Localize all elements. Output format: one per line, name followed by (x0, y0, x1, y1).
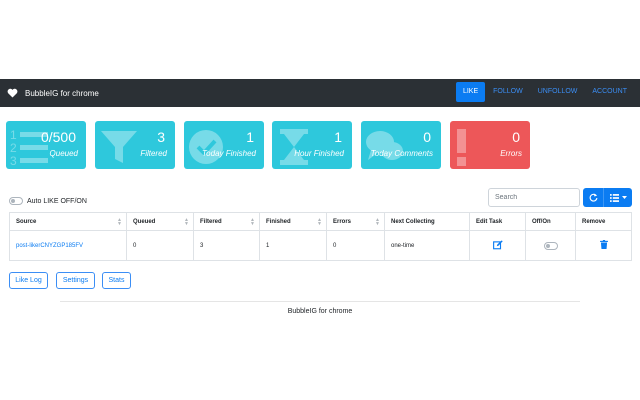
stat-value: 3 (157, 129, 165, 145)
column-header-queued[interactable]: Queued ▲ ▼ (126, 212, 194, 231)
sort-icon: ▲ ▼ (250, 217, 255, 227)
refresh-icon (589, 193, 597, 202)
sort-icon: ▲ ▼ (184, 217, 189, 227)
svg-text:2: 2 (10, 141, 17, 155)
column-header-next-collecting: Next Collecting (384, 212, 470, 231)
cell-off-on (525, 230, 576, 261)
stats-button[interactable]: Stats (102, 272, 131, 289)
footer-divider (60, 301, 580, 302)
table-header-row: Source ▲ ▼ Queued ▲ ▼ Filtered ▲ ▼ Finished ▲ ▼ … (9, 212, 632, 231)
sort-icon: ▲ ▼ (317, 217, 322, 227)
table-row: post-likerCNYZGP185FV 0 3 1 0 one-time (9, 230, 632, 261)
task-toggle-switch[interactable] (543, 241, 558, 250)
sort-icon: ▲ ▼ (375, 217, 380, 227)
column-header-errors[interactable]: Errors ▲ ▼ (326, 212, 385, 231)
check-circle-icon (189, 130, 223, 164)
cell-remove (575, 230, 632, 261)
column-header-off-on: Off/On (525, 212, 576, 231)
stat-label: Filtered (140, 149, 167, 158)
brand[interactable]: BubbleIG for chrome (7, 88, 99, 98)
funnel-icon (101, 131, 137, 163)
brand-title: BubbleIG for chrome (25, 88, 99, 98)
stat-label: Queued (49, 149, 78, 158)
auto-like-toggle-row: Auto LIKE OFF/ON (9, 197, 87, 205)
stat-label: Errors (500, 149, 522, 158)
hourglass-icon (280, 129, 308, 165)
svg-text:1: 1 (10, 128, 17, 142)
heart-icon (7, 88, 18, 98)
cell-source[interactable]: post-likerCNYZGP185FV (9, 230, 127, 261)
cell-next-collecting: one-time (384, 230, 470, 261)
stat-value: 1 (334, 129, 342, 145)
stat-label: Today Finished (202, 149, 256, 158)
like-log-button[interactable]: Like Log (9, 272, 48, 289)
column-header-source[interactable]: Source ▲ ▼ (9, 212, 127, 231)
edit-icon[interactable] (492, 239, 503, 250)
footer-text: BubbleIG for chrome (287, 308, 353, 315)
list-icon (609, 193, 619, 202)
nav-unfollow[interactable]: UNFOLLOW (531, 82, 585, 102)
refresh-button[interactable] (583, 188, 603, 207)
stat-value: 0/500 (40, 129, 76, 145)
trash-icon[interactable] (599, 240, 608, 249)
cell-finished: 1 (259, 230, 327, 261)
auto-like-switch[interactable] (9, 197, 23, 205)
column-header-finished[interactable]: Finished ▲ ▼ (259, 212, 327, 231)
columns-dropdown-button[interactable] (603, 188, 632, 207)
stat-value: 1 (246, 129, 254, 145)
column-header-remove: Remove (575, 212, 632, 231)
settings-button[interactable]: Settings (56, 272, 95, 289)
stat-card-today-comments: 0 Today Comments (361, 121, 441, 169)
stat-label: Hour Finished (294, 149, 344, 158)
stat-card-errors: 0 Errors (450, 121, 530, 169)
cell-queued: 0 (126, 230, 194, 261)
stat-value: 0 (423, 129, 431, 145)
caret-down-icon (621, 196, 627, 199)
stat-card-queued: 1 2 3 0/500 Queued (6, 121, 86, 169)
stat-label: Today Comments (370, 149, 433, 158)
tasks-table: Source ▲ ▼ Queued ▲ ▼ Filtered ▲ ▼ Finished ▲ ▼ … (9, 212, 632, 261)
cell-filtered: 3 (193, 230, 260, 261)
sort-icon: ▲ ▼ (117, 217, 122, 227)
svg-text:3: 3 (10, 154, 17, 167)
column-header-edit-task: Edit Task (469, 212, 526, 231)
stat-card-hour-finished: 1 Hour Finished (272, 121, 352, 169)
search-input[interactable] (488, 188, 580, 207)
stat-card-today-finished: 1 Today Finished (184, 121, 264, 169)
stat-value: 0 (512, 129, 520, 145)
nav-account[interactable]: ACCOUNT (585, 82, 634, 102)
top-navbar: BubbleIG for chrome LIKE FOLLOW UNFOLLOW… (0, 79, 640, 107)
column-header-filtered[interactable]: Filtered ▲ ▼ (193, 212, 260, 231)
auto-like-label: Auto LIKE OFF/ON (27, 197, 87, 205)
main-nav: LIKE FOLLOW UNFOLLOW ACCOUNT (455, 82, 634, 102)
source-link[interactable]: post-likerCNYZGP185FV (16, 243, 83, 249)
nav-like[interactable]: LIKE (455, 82, 486, 102)
exclamation-icon (457, 129, 466, 166)
cell-edit-task (469, 230, 526, 261)
cell-errors: 0 (326, 230, 385, 261)
stat-card-filtered: 3 Filtered (95, 121, 175, 169)
comments-icon (366, 131, 403, 160)
nav-follow[interactable]: FOLLOW (486, 82, 530, 102)
